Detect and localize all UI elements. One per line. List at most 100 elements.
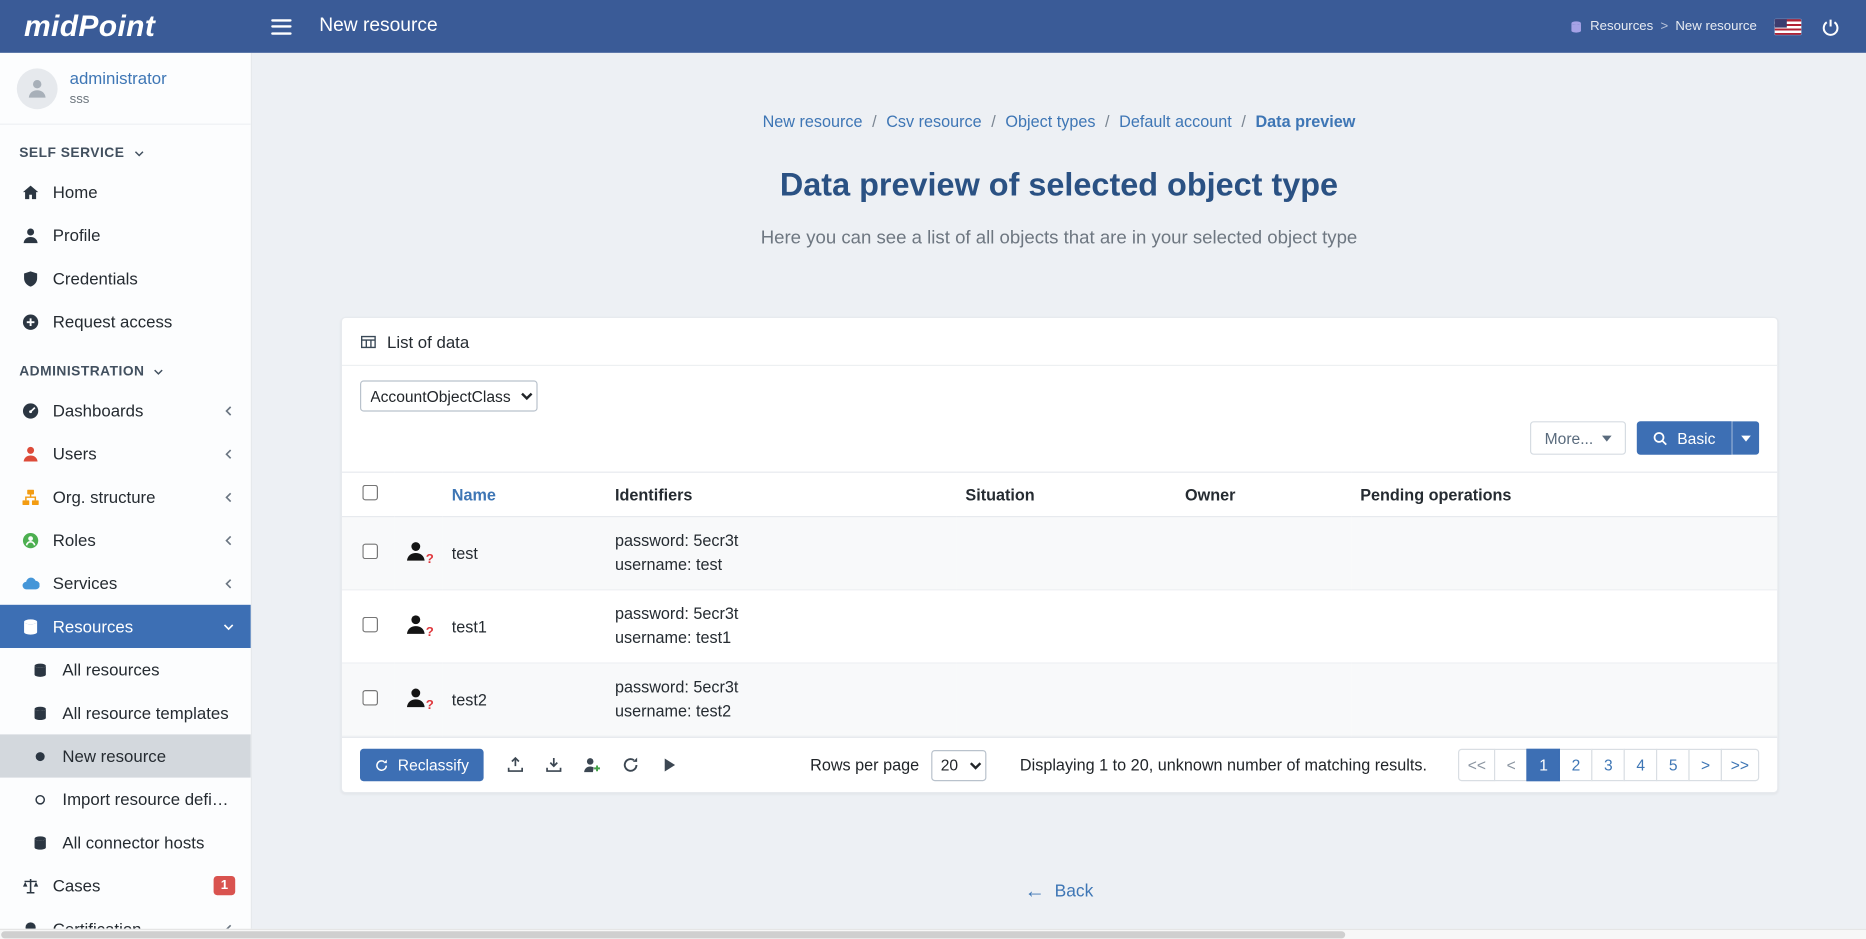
row-checkbox[interactable] [362, 617, 378, 633]
user-name-link[interactable]: administrator [70, 68, 167, 87]
next-page-button[interactable]: > [1689, 749, 1723, 781]
brand-logo[interactable]: midPoint [0, 9, 252, 44]
account-icon: ? [404, 685, 428, 710]
prev-page-button[interactable]: < [1494, 749, 1528, 781]
row-checkbox[interactable] [362, 544, 378, 560]
database-icon [29, 705, 51, 721]
breadcrumb-step-object-types[interactable]: Object types [1005, 113, 1095, 131]
add-user-button[interactable] [581, 754, 604, 777]
sidebar-item-certification[interactable]: Certification [0, 907, 251, 928]
sidebar-item-new-resource[interactable]: New resource [0, 734, 251, 777]
sidebar-item-label: Resources [53, 617, 133, 636]
page-button-2[interactable]: 2 [1559, 749, 1593, 781]
section-administration[interactable]: ADMINISTRATION [0, 343, 251, 389]
section-self-service[interactable]: SELF SERVICE [0, 125, 251, 171]
search-mode-dropdown-button[interactable] [1731, 421, 1759, 455]
page-button-4[interactable]: 4 [1624, 749, 1658, 781]
sidebar-item-profile[interactable]: Profile [0, 214, 251, 257]
sidebar-item-cases[interactable]: Cases 1 [0, 864, 251, 907]
play-button[interactable] [657, 754, 680, 777]
menu-toggle-button[interactable] [271, 14, 295, 39]
sidebar-item-dashboards[interactable]: Dashboards [0, 389, 251, 432]
sidebar-item-import-resource-definition[interactable]: Import resource definit... [0, 778, 251, 821]
back-link[interactable]: ← Back [1025, 882, 1094, 901]
column-header-owner[interactable]: Owner [1175, 472, 1350, 516]
more-search-options-button[interactable]: More... [1530, 421, 1625, 455]
topbar-breadcrumb-new-resource[interactable]: New resource [1675, 19, 1756, 33]
last-page-button[interactable]: >> [1721, 749, 1758, 781]
user-panel: administrator sss [0, 53, 251, 125]
breadcrumb-step-default-account[interactable]: Default account [1119, 113, 1232, 131]
section-label-text: ADMINISTRATION [19, 365, 144, 379]
sidebar-item-org-structure[interactable]: Org. structure [0, 475, 251, 518]
app-root: midPoint New resource Resources > New re… [0, 0, 1866, 939]
chevron-left-icon [222, 490, 235, 503]
basic-search-button[interactable]: Basic [1636, 421, 1731, 455]
search-row: More... Basic [359, 421, 1758, 455]
column-header-identifiers[interactable]: Identifiers [605, 472, 955, 516]
column-header-situation[interactable]: Situation [956, 472, 1176, 516]
sidebar-item-label: New resource [62, 746, 166, 765]
breadcrumb-step-data-preview[interactable]: Data preview [1255, 113, 1355, 131]
main-content: New resource/Csv resource/Object types/D… [252, 53, 1866, 928]
locale-flag-us-icon[interactable] [1775, 19, 1801, 35]
chevron-left-icon [222, 404, 235, 417]
column-header-name[interactable]: Name [442, 472, 605, 516]
sidebar-item-request-access[interactable]: Request access [0, 300, 251, 343]
sidebar-item-label: Import resource definit... [62, 790, 235, 809]
table-action-buttons [504, 754, 680, 777]
sidebar-item-home[interactable]: Home [0, 170, 251, 213]
sidebar-item-all-connector-hosts[interactable]: All connector hosts [0, 821, 251, 864]
sidebar-item-credentials[interactable]: Credentials [0, 257, 251, 300]
table-row: ? test1 password: 5ecr3t username: test1 [341, 590, 1776, 663]
refresh-button[interactable] [619, 754, 642, 777]
cloud-icon [19, 574, 41, 592]
scrollbar-thumb[interactable] [1, 931, 1345, 938]
gauge-icon [19, 401, 41, 419]
more-button-label: More... [1545, 429, 1594, 447]
topbar-breadcrumb: Resources > New resource [1570, 19, 1757, 33]
page-button-5[interactable]: 5 [1656, 749, 1690, 781]
row-checkbox[interactable] [362, 690, 378, 706]
topbar-breadcrumb-resources[interactable]: Resources [1590, 19, 1653, 33]
back-row: ← Back [252, 882, 1866, 904]
page-button-3[interactable]: 3 [1592, 749, 1626, 781]
cell-name: test2 [442, 663, 605, 736]
upload-button[interactable] [504, 754, 527, 777]
user-icon [19, 226, 41, 244]
caret-down-icon [1602, 435, 1612, 441]
chevron-left-icon [222, 577, 235, 590]
sidebar-item-services[interactable]: Services [0, 562, 251, 605]
select-all-checkbox[interactable] [362, 485, 378, 501]
breadcrumb-step-csv-resource[interactable]: Csv resource [886, 113, 981, 131]
reclassify-button[interactable]: Reclassify [359, 749, 483, 781]
horizontal-scrollbar[interactable] [0, 928, 1866, 939]
card-header: List of data [341, 318, 1776, 366]
breadcrumb-separator: > [1660, 19, 1668, 33]
download-button[interactable] [542, 754, 565, 777]
card-title: List of data [387, 332, 469, 351]
sidebar-item-resources[interactable]: Resources [0, 605, 251, 648]
object-class-select[interactable]: AccountObjectClass [359, 380, 537, 411]
breadcrumb-step-new-resource[interactable]: New resource [763, 113, 863, 131]
table-row: ? test2 password: 5ecr3t username: test2 [341, 663, 1776, 736]
sidebar-item-all-resource-templates[interactable]: All resource templates [0, 691, 251, 734]
chevron-left-icon [222, 447, 235, 460]
chevron-down-icon [222, 620, 235, 633]
cell-situation [956, 590, 1176, 663]
sidebar-item-label: Org. structure [53, 487, 156, 506]
first-page-button[interactable]: << [1458, 749, 1495, 781]
sidebar-item-users[interactable]: Users [0, 432, 251, 475]
column-header-pending-operations[interactable]: Pending operations [1351, 472, 1777, 516]
cell-owner [1175, 517, 1350, 590]
section-label-text: SELF SERVICE [19, 146, 124, 160]
sidebar-item-all-resources[interactable]: All resources [0, 648, 251, 691]
roles-icon [19, 531, 41, 549]
page-button-1[interactable]: 1 [1527, 749, 1561, 781]
sidebar-item-label: Request access [53, 312, 173, 331]
logout-button[interactable] [1819, 15, 1842, 38]
rows-per-page-select[interactable]: 20 [931, 749, 986, 780]
sidebar-item-label: Users [53, 444, 97, 463]
sidebar-item-roles[interactable]: Roles [0, 518, 251, 561]
cell-identifiers: password: 5ecr3t username: test1 [605, 590, 955, 663]
